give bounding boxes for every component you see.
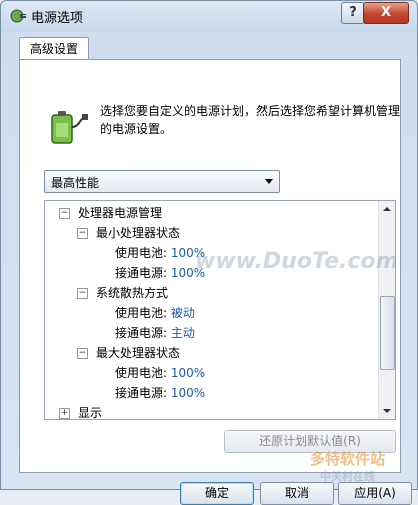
tree-node[interactable]: − 最大处理器状态 (77, 343, 180, 363)
tree-node-label: 使用电池: (115, 246, 168, 260)
setting-value-link[interactable]: 被动 (171, 306, 195, 320)
tree-node-label: 接通电源: (115, 266, 168, 280)
setting-value-link[interactable]: 主动 (171, 326, 195, 340)
tree-node-label: 处理器电源管理 (78, 206, 163, 220)
watermark-main: www.DuoTe.com (195, 249, 396, 274)
collapse-icon[interactable]: − (77, 228, 88, 239)
expand-icon[interactable]: + (59, 408, 70, 419)
setting-value-link[interactable]: 100% (171, 366, 205, 380)
tree-node[interactable]: − 处理器电源管理 (59, 203, 162, 223)
tree-node-label: 接通电源: (115, 386, 168, 400)
watermark-corner: 多特软件站 (310, 450, 386, 468)
window-title: 电源选项 (31, 11, 84, 26)
tree-node[interactable]: − 系统散热方式 (77, 283, 168, 303)
plan-description: 选择您要自定义的电源计划，然后选择您希望计算机管理的电源设置。 (100, 104, 401, 136)
help-button[interactable]: ? (341, 2, 365, 24)
tree-node-label: 接通电源: (115, 326, 168, 340)
watermark-corner-2: 中关村在线 (320, 470, 375, 483)
tree-node[interactable]: + 显示 (59, 403, 103, 420)
power-settings-tree[interactable]: − 处理器电源管理 − 最小处理器状态 使用电池: 100% 接通电源: 100% − 系统散… (44, 200, 396, 420)
chevron-down-icon[interactable] (265, 179, 273, 184)
tree-node[interactable]: 接通电源: 主动 (115, 323, 195, 343)
dialog-client-area: 高级设置 选择您要自定义的电源计划，然后选择您希望计算机管理的电源设置。 最高性… (9, 34, 412, 505)
power-options-dialog: 电源选项 ? X 高级设置 选择您要自定义的电源计划，然后选择您希望计算机管理的… (0, 0, 418, 505)
advanced-settings-panel: 选择您要自定义的电源计划，然后选择您希望计算机管理的电源设置。 最高性能 − 处理… (19, 59, 412, 505)
scroll-thumb[interactable] (380, 296, 395, 370)
apply-button[interactable]: 应用(A) (338, 482, 412, 505)
scroll-down-icon[interactable] (383, 409, 391, 413)
battery-plug-icon (51, 111, 88, 144)
tree-node-label: 最小处理器状态 (96, 226, 181, 240)
tree-node-label: 系统散热方式 (96, 286, 169, 300)
close-button[interactable]: X (363, 2, 409, 24)
power-plan-value: 最高性能 (51, 176, 100, 190)
tree-node[interactable]: 使用电池: 100% (115, 363, 205, 383)
tree-node[interactable]: − 最小处理器状态 (77, 223, 180, 243)
collapse-icon[interactable]: − (59, 208, 70, 219)
tree-node[interactable]: 接通电源: 100% (115, 383, 205, 403)
tree-node-label: 显示 (78, 406, 103, 420)
power-plan-select[interactable]: 最高性能 (44, 170, 280, 193)
tree-node-label: 使用电池: (115, 366, 168, 380)
collapse-icon[interactable]: − (77, 288, 88, 299)
ok-button[interactable]: 确定 (180, 482, 254, 505)
cancel-button[interactable]: 取消 (260, 482, 334, 505)
setting-value-link[interactable]: 100% (171, 386, 205, 400)
tab-advanced-settings[interactable]: 高级设置 (19, 37, 89, 60)
power-options-icon (10, 9, 26, 23)
vertical-scrollbar[interactable] (378, 201, 395, 419)
scroll-up-icon[interactable] (383, 207, 391, 211)
tree-node-label: 使用电池: (115, 306, 168, 320)
tree-node[interactable]: 接通电源: 100% (115, 263, 205, 283)
tree-node-label: 最大处理器状态 (96, 346, 181, 360)
tree-node[interactable]: 使用电池: 被动 (115, 303, 195, 323)
title-bar: 电源选项 ? X (1, 1, 417, 31)
collapse-icon[interactable]: − (77, 348, 88, 359)
tree-node[interactable]: 使用电池: 100% (115, 243, 205, 263)
